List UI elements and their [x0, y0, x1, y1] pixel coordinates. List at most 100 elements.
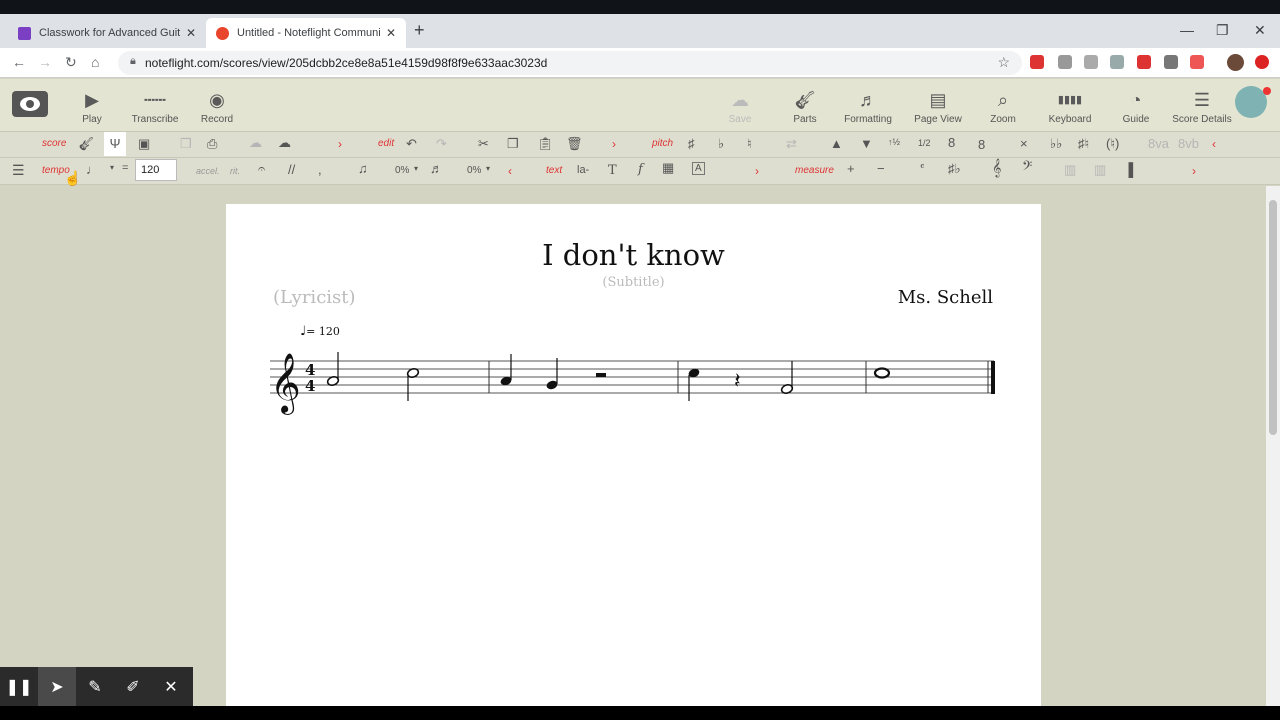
tempo-input[interactable]: 120	[135, 159, 177, 181]
save-button[interactable]: ☁ Save	[722, 79, 758, 132]
extension-icon[interactable]	[1110, 55, 1124, 69]
paste-icon[interactable]: 📋︎	[537, 136, 554, 152]
cloud-upload-icon[interactable]: ☁	[249, 135, 262, 151]
extension-icon[interactable]	[1137, 55, 1151, 69]
half-step-up-icon[interactable]: ↑½	[888, 137, 900, 147]
score-details-button[interactable]: ☰ Score Details	[1172, 79, 1232, 132]
note-m1-c5-half[interactable]	[406, 367, 420, 401]
note-m2-a4-quarter[interactable]	[499, 354, 512, 387]
tuning-fork-icon[interactable]: Ψ	[104, 132, 126, 156]
page-view-button[interactable]: ▤ Page View	[912, 79, 964, 132]
remove-measure-icon[interactable]: −	[877, 161, 885, 176]
sharp-icon[interactable]: ♯	[688, 136, 695, 151]
lyric-button[interactable]: la-	[577, 164, 589, 176]
note-m2-g4-quarter[interactable]	[545, 358, 558, 391]
close-icon[interactable]: ✕	[152, 667, 190, 706]
close-icon[interactable]: ✕	[386, 26, 396, 40]
quarter-rest[interactable]: 𝄽	[734, 369, 741, 394]
delete-icon[interactable]: 🗑︎	[566, 136, 583, 152]
dropdown-icon[interactable]: ▾	[486, 164, 490, 173]
score-setup-icon[interactable]: ▣	[138, 136, 150, 152]
bass-clef-icon[interactable]: 𝄢	[1022, 160, 1032, 178]
rehearsal-mark-icon[interactable]: A	[692, 162, 705, 175]
menu-icon[interactable]: ☰	[12, 162, 25, 179]
rit-button[interactable]: rit.	[230, 166, 240, 176]
pen-icon[interactable]: ✎	[76, 667, 114, 706]
expand-right-icon[interactable]: ›	[612, 137, 616, 151]
shuffle-icon[interactable]: ♬	[430, 161, 443, 176]
expand-right-icon[interactable]: ›	[1192, 164, 1196, 178]
instrument-icon[interactable]: 🎸︎	[78, 136, 95, 152]
print-icon[interactable]: ⎙	[207, 136, 217, 152]
noteflight-logo[interactable]	[12, 91, 48, 117]
chord-diagram-icon[interactable]: ▦	[662, 160, 674, 176]
sharp-natural-icon[interactable]: ♯♮	[1078, 136, 1089, 152]
double-sharp-icon[interactable]: ×	[1020, 136, 1028, 151]
staff-svg[interactable]: 𝄞 4 4 𝄽	[226, 204, 1041, 504]
copy-page-icon[interactable]: ❐	[180, 136, 192, 152]
note-m4-c5-whole[interactable]	[873, 367, 891, 379]
note-m3-f4-half[interactable]	[780, 361, 794, 395]
natural-icon[interactable]: ♮	[747, 136, 752, 152]
pointer-icon[interactable]: ➤	[38, 667, 76, 706]
new-tab-icon[interactable]: +	[414, 20, 425, 41]
barline-icon[interactable]: ▥	[1064, 162, 1076, 178]
undo-icon[interactable]: ↶	[406, 136, 417, 152]
transcribe-button[interactable]: ╍╍╍ Transcribe	[128, 79, 182, 132]
dropdown-icon[interactable]: ▾	[414, 164, 418, 173]
vertical-scrollbar[interactable]	[1266, 186, 1280, 706]
swing-icon[interactable]: ♫	[358, 161, 368, 176]
pitch-down-icon[interactable]: ▼	[860, 136, 873, 151]
dynamics-icon[interactable]: f	[638, 162, 643, 177]
score-page[interactable]: I don't know (Subtitle) (Lyricist) Ms. S…	[226, 204, 1041, 720]
cut-icon[interactable]: ✂	[478, 136, 489, 152]
final-barline-icon[interactable]: ▐	[1124, 162, 1133, 177]
copy-icon[interactable]: ❐	[507, 136, 519, 152]
octave-down-icon[interactable]: 8	[978, 137, 985, 152]
acrobat-extension-icon[interactable]	[1030, 55, 1044, 69]
parts-button[interactable]: 🎸︎ Parts	[787, 79, 823, 132]
fermata-icon[interactable]: 𝄐	[258, 161, 265, 177]
respell-icon[interactable]: ⇄	[786, 136, 797, 152]
treble-clef-icon[interactable]: 𝄞	[992, 160, 1001, 178]
formatting-button[interactable]: ♬ Formatting	[842, 79, 894, 132]
expand-right-icon[interactable]: ›	[755, 164, 759, 178]
swing-percent[interactable]: 0%	[395, 165, 409, 176]
pause-icon[interactable]: ❚❚	[0, 667, 38, 706]
text-icon[interactable]: T	[608, 163, 617, 178]
breath-mark-icon[interactable]: ,	[318, 162, 322, 177]
tab-noteflight[interactable]: Untitled - Noteflight Community ✕	[206, 18, 406, 48]
highlighter-icon[interactable]: ✐	[114, 667, 152, 706]
profile-avatar[interactable]	[1227, 54, 1244, 71]
expand-right-icon[interactable]: ›	[338, 137, 342, 151]
forward-icon[interactable]: →	[38, 54, 52, 70]
home-icon[interactable]: ⌂	[91, 54, 99, 70]
note-m3-c5-quarter[interactable]	[687, 367, 700, 401]
extension-icon[interactable]	[1190, 55, 1204, 69]
cloud-download-icon[interactable]: ☁	[278, 135, 291, 151]
key-signature-icon[interactable]: ♯♭	[948, 161, 961, 177]
accel-button[interactable]: accel.	[196, 166, 220, 176]
half-rest[interactable]	[596, 373, 606, 377]
back-icon[interactable]: ←	[12, 54, 26, 70]
restore-icon[interactable]: ❐	[1216, 22, 1229, 39]
close-icon[interactable]: ✕	[186, 26, 196, 40]
extension-icon[interactable]	[1058, 55, 1072, 69]
half-step-down-icon[interactable]: 1/2	[918, 138, 931, 148]
caesura-icon[interactable]: //	[288, 162, 295, 177]
keyboard-button[interactable]: ▮▮▮▮ Keyboard	[1046, 79, 1094, 132]
star-icon[interactable]: ☆	[997, 54, 1010, 71]
collapse-left-icon[interactable]: ‹	[508, 164, 512, 178]
record-button[interactable]: ◉ Record	[197, 79, 237, 132]
repeat-barline-icon[interactable]: ▥	[1094, 162, 1106, 178]
guide-button[interactable]: ◔ Guide	[1118, 79, 1154, 132]
extension-icon[interactable]	[1164, 55, 1178, 69]
courtesy-accidental-icon[interactable]: (♮)	[1106, 136, 1119, 152]
dropdown-icon[interactable]: ▾	[110, 163, 114, 172]
flat-icon[interactable]: ♭	[718, 136, 724, 152]
extension-icon[interactable]	[1084, 55, 1098, 69]
octave-up-icon[interactable]: 8	[948, 135, 955, 150]
ottava-bassa-icon[interactable]: 8vb	[1178, 136, 1199, 151]
double-flat-icon[interactable]: ♭♭	[1050, 136, 1062, 152]
zoom-button[interactable]: ⌕ Zoom	[985, 79, 1021, 132]
